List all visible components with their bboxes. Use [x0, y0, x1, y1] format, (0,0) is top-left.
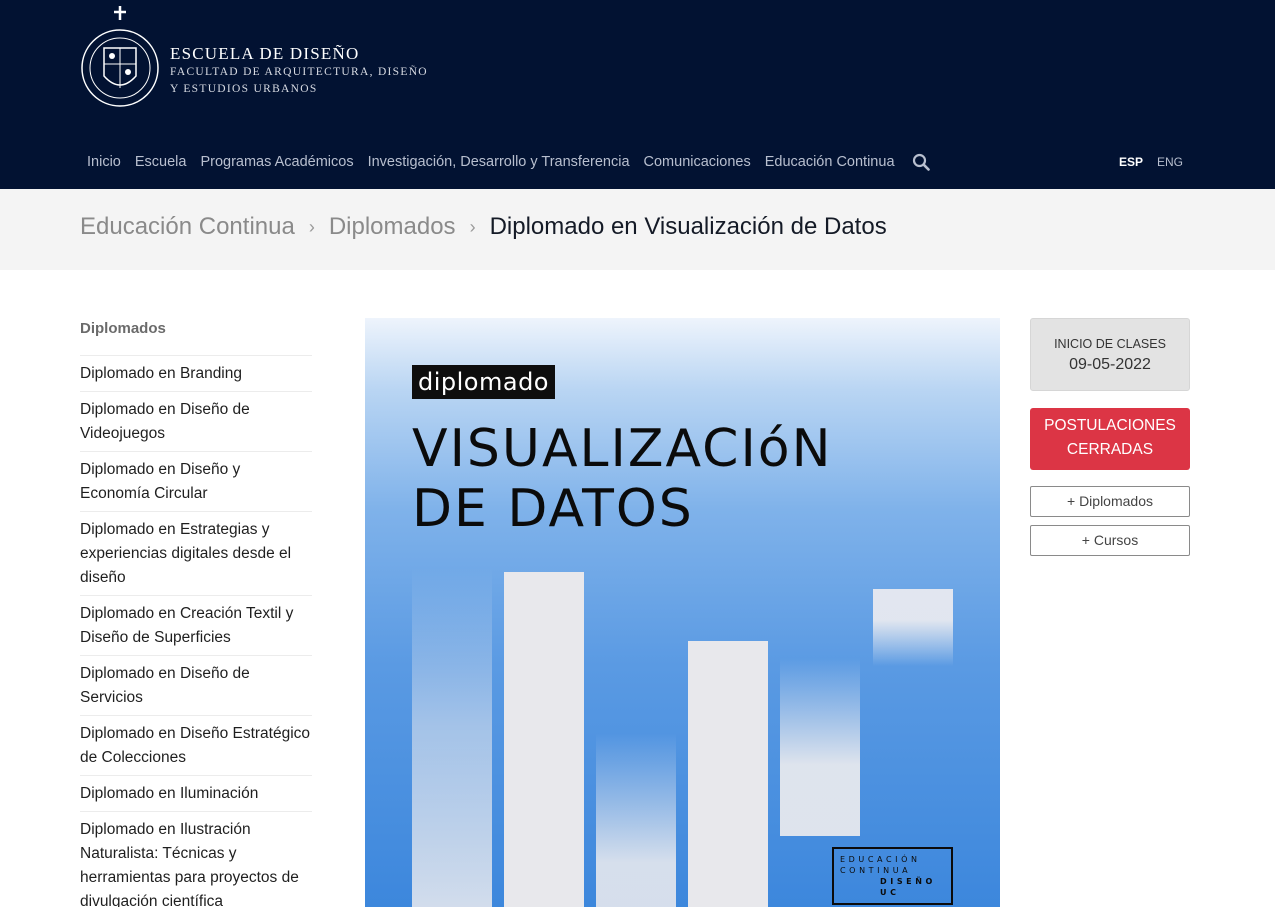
breadcrumb-separator: › [469, 216, 476, 237]
lang-eng-link[interactable]: ENG [1157, 155, 1183, 169]
breadcrumb-bar: Educación Continua › Diplomados › Diplom… [0, 189, 1275, 270]
applications-closed-button[interactable]: POSTULACIONES CERRADAS [1030, 408, 1190, 470]
educacion-continua-stamp: EDUCACIÓN CONTINUA DISEÑO UC [832, 847, 953, 905]
class-start-label: INICIO DE CLASES [1054, 337, 1166, 351]
sidebar-item-creacion-textil[interactable]: Diplomado en Creación Textil y Diseño de… [80, 596, 312, 656]
stamp-line: CONTINUA [840, 866, 912, 875]
poster-bar-decoration [780, 658, 860, 836]
main-nav: Inicio Escuela Programas Académicos Inve… [80, 152, 930, 172]
sidebar-item-ilustracion-naturalista[interactable]: Diplomado en Ilustración Naturalista: Té… [80, 812, 312, 907]
site-header: ESCUELA DE DISEÑO FACULTAD DE ARQUITECTU… [0, 0, 1275, 189]
sidebar-title: Diplomados [80, 318, 312, 356]
poster-badge: diplomado [412, 365, 555, 399]
poster-bar-decoration [873, 589, 953, 666]
sidebar: Diplomados Diplomado en Branding Diploma… [80, 318, 312, 907]
breadcrumb-diplomados[interactable]: Diplomados [329, 213, 456, 241]
nav-investigacion[interactable]: Investigación, Desarrollo y Transferenci… [361, 152, 637, 172]
poster-bar-decoration [596, 733, 676, 907]
more-cursos-button[interactable]: + Cursos [1030, 525, 1190, 556]
program-poster: diplomado VISUALIZACIóN DE DATOS EDUCACI… [365, 318, 1000, 907]
page-title: Diplomado en Visualización de Datos [489, 213, 887, 240]
sidebar-item-diseno-servicios[interactable]: Diplomado en Diseño de Servicios [80, 656, 312, 716]
sidebar-item-estrategias-digitales[interactable]: Diplomado en Estrategias y experiencias … [80, 512, 312, 596]
stamp-line: UC [880, 888, 900, 897]
search-icon[interactable] [912, 153, 930, 171]
school-name[interactable]: ESCUELA DE DISEÑO [170, 44, 359, 64]
poster-bar-decoration [688, 641, 768, 907]
poster-bar-decoration [412, 568, 492, 907]
breadcrumb-educacion-continua[interactable]: Educación Continua [80, 213, 295, 241]
nav-programas-academicos[interactable]: Programas Académicos [193, 152, 360, 172]
lang-esp-link[interactable]: ESP [1119, 155, 1143, 169]
breadcrumb: Educación Continua › Diplomados › Diplom… [80, 213, 887, 241]
faculty-name-line1: FACULTAD DE ARQUITECTURA, DISEÑO [170, 66, 428, 78]
faculty-name-line2: Y ESTUDIOS URBANOS [170, 83, 318, 95]
breadcrumb-separator: › [308, 216, 315, 237]
more-diplomados-button[interactable]: + Diplomados [1030, 486, 1190, 517]
nav-comunicaciones[interactable]: Comunicaciones [637, 152, 758, 172]
university-seal-logo[interactable] [80, 4, 160, 108]
sidebar-item-iluminacion[interactable]: Diplomado en Iluminación [80, 776, 312, 812]
sidebar-item-colecciones[interactable]: Diplomado en Diseño Estratégico de Colec… [80, 716, 312, 776]
stamp-line: EDUCACIÓN [840, 855, 921, 864]
sidebar-item-economia-circular[interactable]: Diplomado en Diseño y Economía Circular [80, 452, 312, 512]
poster-bar-decoration [504, 572, 584, 907]
poster-title-line1: VISUALIZACIóN [412, 419, 833, 479]
nav-escuela[interactable]: Escuela [128, 152, 194, 172]
nav-inicio[interactable]: Inicio [80, 152, 128, 172]
nav-educacion-continua[interactable]: Educación Continua [758, 152, 902, 172]
stamp-line: DISEÑO [880, 877, 936, 886]
class-start-date: 09-05-2022 [1069, 356, 1151, 373]
poster-title-line2: DE DATOS [412, 479, 694, 539]
sidebar-item-videojuegos[interactable]: Diplomado en Diseño de Videojuegos [80, 392, 312, 452]
sidebar-item-branding[interactable]: Diplomado en Branding [80, 356, 312, 392]
class-start-box: INICIO DE CLASES 09-05-2022 [1030, 318, 1190, 391]
